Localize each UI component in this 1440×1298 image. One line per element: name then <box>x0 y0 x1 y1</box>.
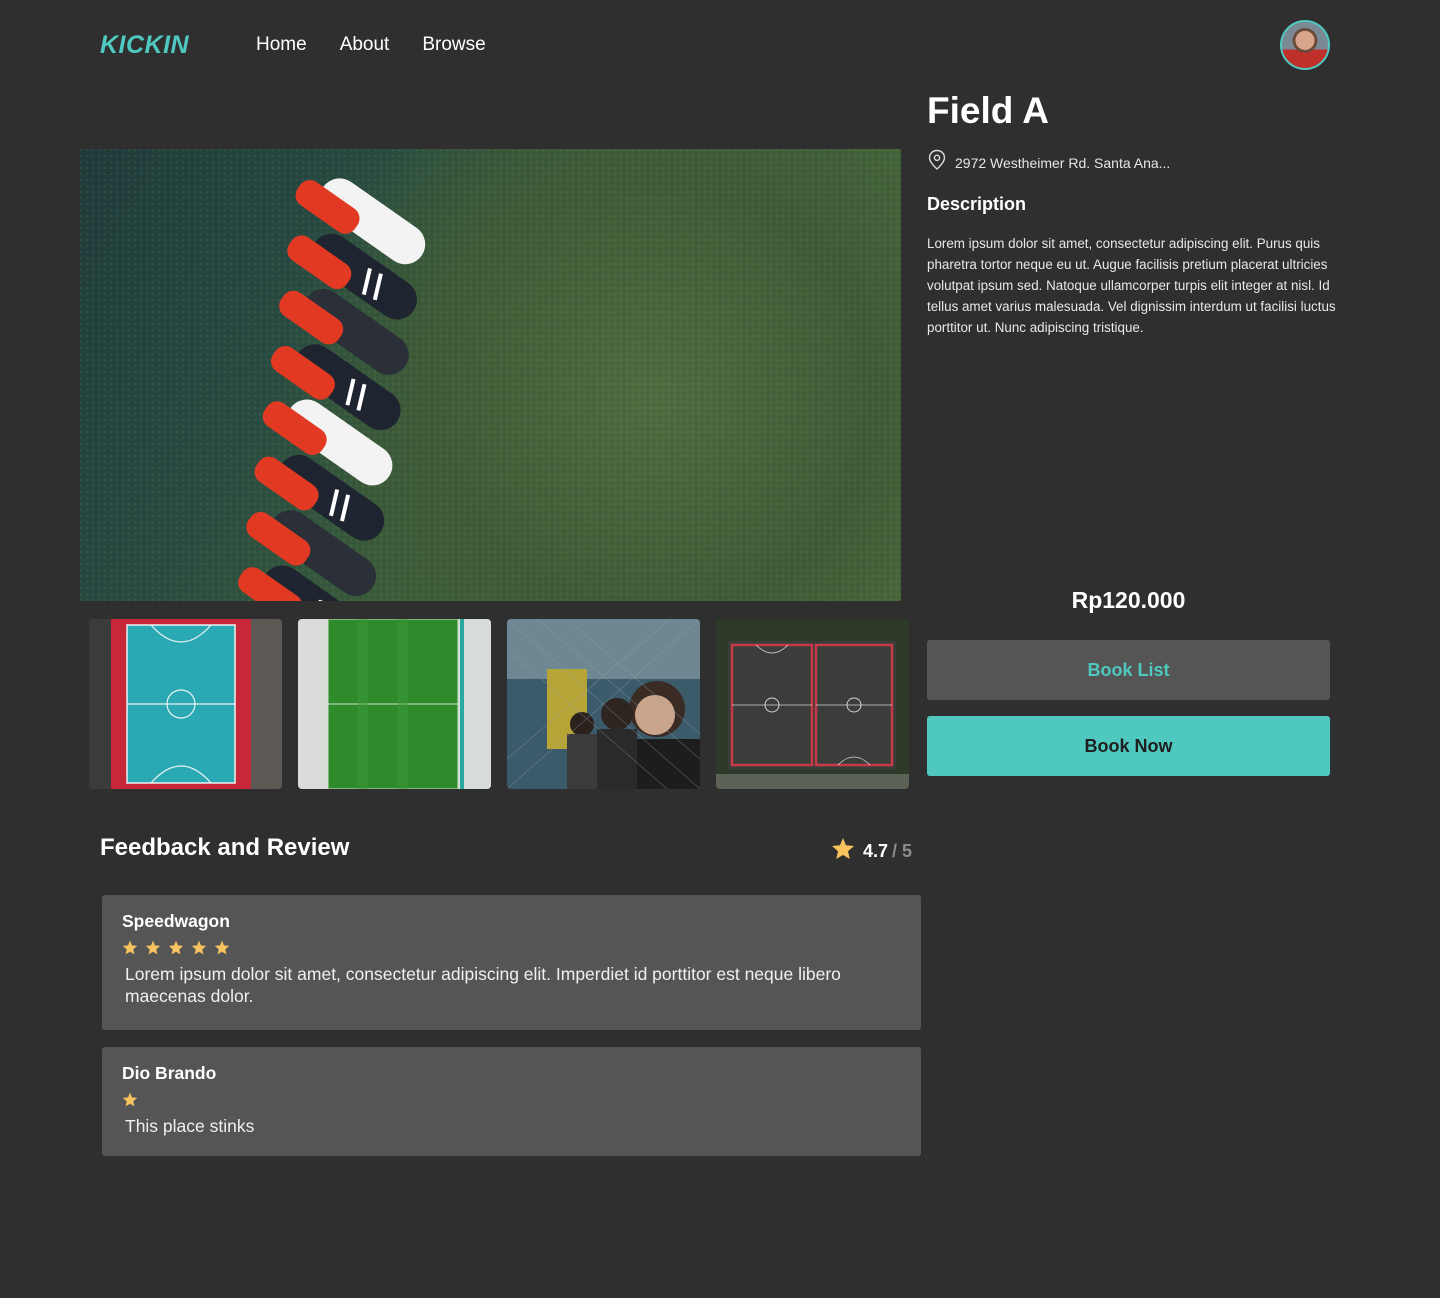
brand-logo[interactable]: KICKIN <box>100 31 189 60</box>
field-address: 2972 Westheimer Rd. Santa Ana... <box>955 154 1171 171</box>
rating-value: 4.7 <box>863 840 889 861</box>
field-price: Rp120.000 <box>1071 587 1186 613</box>
star-icon <box>122 940 138 955</box>
description-title: Description <box>927 194 1027 214</box>
thumbnail-aerial-courts[interactable] <box>716 619 909 789</box>
review-stars <box>122 940 901 955</box>
star-icon <box>191 940 207 955</box>
main-nav: Home About Browse <box>256 34 519 56</box>
location-pin-icon <box>927 149 947 176</box>
thumbnail-gallery <box>89 619 909 789</box>
star-icon <box>831 837 855 865</box>
field-title: Field A <box>927 90 1049 131</box>
star-icon <box>122 1092 138 1107</box>
review-text: Lorem ipsum dolor sit amet, consectetur … <box>125 964 841 1006</box>
reviewer-name: Dio Brando <box>122 1063 217 1083</box>
book-now-button[interactable]: Book Now <box>927 716 1330 776</box>
description-text: Lorem ipsum dolor sit amet, consectetur … <box>927 236 1336 335</box>
nav-about[interactable]: About <box>340 34 390 56</box>
star-icon <box>145 940 161 955</box>
rating-max: / 5 <box>892 840 913 861</box>
star-icon <box>214 940 230 955</box>
page: KICKIN Home About Browse Field A 2972 We… <box>0 0 1440 1298</box>
thumbnail-futsal-court[interactable] <box>89 619 282 789</box>
main-field-image <box>80 149 901 601</box>
review-stars <box>122 1092 901 1107</box>
overall-rating: 4.7 / 5 <box>831 837 912 865</box>
nav-home[interactable]: Home <box>256 34 307 56</box>
star-icon <box>168 940 184 955</box>
user-avatar[interactable] <box>1280 20 1330 70</box>
address-row: 2972 Westheimer Rd. Santa Ana... <box>927 149 1170 176</box>
feedback-title: Feedback and Review <box>100 834 350 861</box>
nav-browse[interactable]: Browse <box>422 34 485 56</box>
reviewer-name: Speedwagon <box>122 911 230 931</box>
thumbnail-spectators[interactable] <box>507 619 700 789</box>
review-card: Speedwagon Lorem ipsum dolor sit amet, c… <box>102 895 921 1030</box>
thumbnail-grass-field[interactable] <box>298 619 491 789</box>
cleats-illustration <box>80 149 901 601</box>
review-text: This place stinks <box>125 1116 255 1136</box>
review-card: Dio Brando This place stinks <box>102 1047 921 1156</box>
book-list-button[interactable]: Book List <box>927 640 1330 700</box>
